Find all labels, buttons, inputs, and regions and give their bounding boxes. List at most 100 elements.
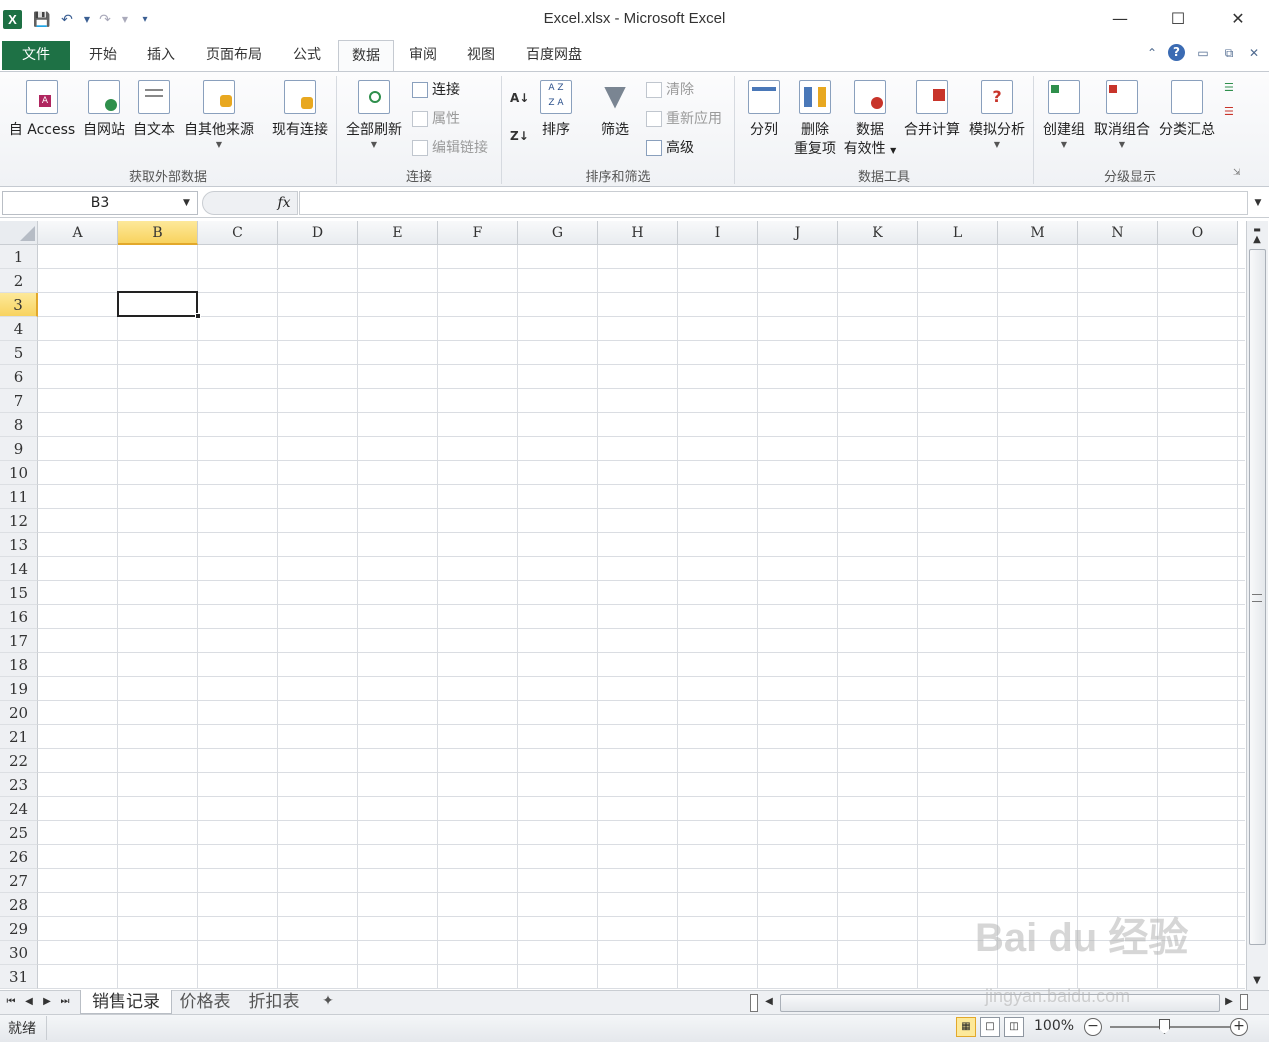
row-header-14[interactable]: 14 [0,557,38,581]
scroll-right-icon[interactable]: ▶ [1222,994,1236,1010]
row-header-17[interactable]: 17 [0,629,38,653]
dialog-launcher-icon[interactable]: ⇲ [1233,168,1241,178]
expand-formula-bar-icon[interactable]: ▼ [1249,191,1267,215]
zoom-out-icon[interactable]: − [1084,1018,1102,1036]
workbook-minimize-icon[interactable]: ▭ [1194,44,1212,62]
tab-formulas[interactable]: 公式 [281,40,333,71]
text-to-columns-button[interactable]: 分列 [742,76,786,162]
help-icon[interactable]: ? [1168,44,1185,61]
row-header-2[interactable]: 2 [0,269,38,293]
row-header-8[interactable]: 8 [0,413,38,437]
zoom-level[interactable]: 100% [1034,1018,1074,1034]
row-header-19[interactable]: 19 [0,677,38,701]
row-header-16[interactable]: 16 [0,605,38,629]
row-header-21[interactable]: 21 [0,725,38,749]
row-header-1[interactable]: 1 [0,245,38,269]
page-break-view-icon[interactable]: ◫ [1004,1017,1024,1037]
row-header-7[interactable]: 7 [0,389,38,413]
column-header-n[interactable]: N [1078,221,1158,245]
column-header-i[interactable]: I [678,221,758,245]
row-header-10[interactable]: 10 [0,461,38,485]
from-text-button[interactable]: 自文本 [130,76,178,162]
normal-view-icon[interactable]: ▦ [956,1017,976,1037]
existing-connections-button[interactable]: 现有连接 [266,76,334,162]
data-validation-button[interactable]: 数据 有效性 ▼ [842,76,898,162]
row-header-22[interactable]: 22 [0,749,38,773]
row-header-24[interactable]: 24 [0,797,38,821]
ungroup-button[interactable]: 取消组合 ▼ [1090,76,1154,162]
zoom-in-icon[interactable]: + [1230,1018,1248,1036]
minimize-button[interactable]: — [1100,6,1140,32]
workbook-restore-icon[interactable]: ⧉ [1220,44,1238,62]
last-sheet-icon[interactable]: ⏭ [58,994,72,1010]
row-header-6[interactable]: 6 [0,365,38,389]
tab-baidu-netdisk[interactable]: 百度网盘 [514,40,594,71]
sort-descending-button[interactable]: Z↓ [510,124,529,148]
filter-button[interactable]: ▼ 筛选 [594,76,636,162]
column-header-g[interactable]: G [518,221,598,245]
workbook-close-icon[interactable]: ✕ [1245,44,1263,62]
column-header-o[interactable]: O [1158,221,1238,245]
scroll-up-icon[interactable]: ▲ [1247,232,1267,248]
advanced-filter-button[interactable]: 高级 [646,136,694,160]
row-header-5[interactable]: 5 [0,341,38,365]
sort-button[interactable]: A ZZ A 排序 [536,76,576,162]
group-button[interactable]: 创建组 ▼ [1040,76,1088,162]
minimize-ribbon-icon[interactable]: ⌃ [1143,44,1161,62]
hide-detail-icon[interactable]: ☰ [1224,100,1234,124]
row-header-31[interactable]: 31 [0,965,38,989]
what-if-analysis-button[interactable]: ? 模拟分析 ▼ [966,76,1028,162]
row-header-9[interactable]: 9 [0,437,38,461]
row-header-29[interactable]: 29 [0,917,38,941]
from-access-button[interactable]: A 自 Access [6,76,78,162]
column-header-l[interactable]: L [918,221,998,245]
show-detail-icon[interactable]: ☰ [1224,76,1234,100]
sheet-tab-discount[interactable]: 折扣表 [238,990,310,1014]
refresh-all-button[interactable]: 全部刷新 ▼ [342,76,406,162]
first-sheet-icon[interactable]: ⏮ [4,994,18,1010]
tab-home[interactable]: 开始 [78,40,128,71]
column-header-d[interactable]: D [278,221,358,245]
sheet-tab-price[interactable]: 价格表 [170,990,240,1014]
tab-insert[interactable]: 插入 [135,40,187,71]
sheet-tab-sales[interactable]: 销售记录 [80,990,172,1014]
name-box-dropdown-icon[interactable]: ▼ [183,193,195,213]
row-header-25[interactable]: 25 [0,821,38,845]
tab-data[interactable]: 数据 [338,40,394,72]
scroll-down-icon[interactable]: ▼ [1247,973,1267,989]
consolidate-button[interactable]: 合并计算 [900,76,964,162]
column-header-j[interactable]: J [758,221,838,245]
cell-grid[interactable] [38,245,1245,989]
row-header-13[interactable]: 13 [0,533,38,557]
tab-review[interactable]: 审阅 [400,40,446,71]
row-header-28[interactable]: 28 [0,893,38,917]
column-header-a[interactable]: A [38,221,118,245]
row-header-3[interactable]: 3 [0,293,38,317]
column-header-k[interactable]: K [838,221,918,245]
row-header-15[interactable]: 15 [0,581,38,605]
fill-handle[interactable] [195,313,201,319]
column-header-b[interactable]: B [118,221,198,245]
row-header-26[interactable]: 26 [0,845,38,869]
row-header-30[interactable]: 30 [0,941,38,965]
row-header-4[interactable]: 4 [0,317,38,341]
active-cell[interactable] [117,291,198,317]
page-layout-view-icon[interactable]: □ [980,1017,1000,1037]
column-header-f[interactable]: F [438,221,518,245]
name-box[interactable]: B3 [2,191,198,215]
from-other-sources-button[interactable]: 自其他来源 ▼ [180,76,258,162]
connections-button[interactable]: 连接 [412,78,460,102]
insert-function-button[interactable]: fx [272,191,296,215]
row-header-23[interactable]: 23 [0,773,38,797]
row-header-12[interactable]: 12 [0,509,38,533]
row-header-20[interactable]: 20 [0,701,38,725]
scroll-left-icon[interactable]: ◀ [762,994,776,1010]
column-header-e[interactable]: E [358,221,438,245]
remove-duplicates-button[interactable]: 删除 重复项 [790,76,840,162]
tab-file[interactable]: 文件 [2,41,70,70]
subtotal-button[interactable]: 分类汇总 [1156,76,1218,162]
insert-sheet-icon[interactable]: ✦ [310,990,346,1014]
tab-page-layout[interactable]: 页面布局 [195,40,273,71]
formula-input[interactable] [299,191,1248,215]
maximize-button[interactable]: ☐ [1158,6,1198,32]
